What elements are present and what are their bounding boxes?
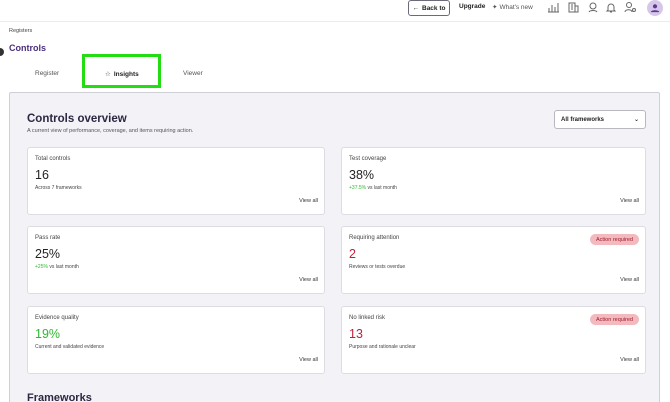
card-value: 25% [35, 247, 61, 261]
overview-title: Controls overview [27, 113, 127, 125]
sparkle-icon: ✦ [492, 4, 498, 11]
overview-subtitle: A current view of performance, coverage,… [27, 128, 194, 134]
status-badge: Action required [590, 314, 639, 325]
breadcrumb[interactable]: Registers [9, 28, 32, 34]
card-pass-rate: Pass rate 25% +25% vs last month View al… [27, 226, 325, 294]
delta-caption: vs last month [49, 264, 79, 270]
card-test-coverage: Test coverage 38% +37.5% vs last month V… [341, 147, 646, 215]
chart-icon[interactable] [547, 1, 559, 13]
framework-select[interactable]: All frameworks ⌄ [554, 110, 646, 129]
delta-caption: vs last month [367, 185, 397, 191]
card-value: 16 [35, 168, 49, 182]
card-label: Total controls [35, 156, 71, 162]
view-all-link[interactable]: View all [620, 277, 639, 283]
frameworks-heading: Frameworks [27, 392, 92, 402]
card-subtext: Across 7 frameworks [35, 185, 82, 191]
card-value: 13 [349, 327, 363, 341]
card-subtext: Current and validated evidence [35, 344, 105, 350]
view-all-link[interactable]: View all [299, 357, 318, 363]
view-all-link[interactable]: View all [620, 198, 639, 204]
card-subtext: +25% vs last month [35, 264, 79, 270]
back-button[interactable]: ← Back to [408, 0, 450, 16]
insights-tab-highlight [82, 54, 161, 88]
card-label: Pass rate [35, 235, 61, 241]
tab-register[interactable]: Register [35, 70, 59, 77]
card-total-controls: Total controls 16 Across 7 frameworks Vi… [27, 147, 325, 215]
card-label: Requiring attention [349, 235, 400, 241]
card-requiring-attention: Requiring attention Action required 2 Re… [341, 226, 646, 294]
user-icon [650, 4, 660, 13]
card-evidence-quality: Evidence quality 19% Current and validat… [27, 306, 325, 374]
card-value: 38% [349, 168, 375, 182]
delta-value: +25% [35, 264, 48, 270]
card-subtext: +37.5% vs last month [349, 185, 397, 191]
framework-select-value: All frameworks [561, 116, 605, 123]
support-agent-icon[interactable] [587, 1, 599, 13]
bell-icon[interactable] [605, 1, 617, 13]
view-all-link[interactable]: View all [299, 277, 318, 283]
card-label: Test coverage [349, 156, 387, 162]
card-subtext: Reviews or tests overdue [349, 264, 406, 270]
whats-new-label: What's new [499, 3, 533, 11]
top-bar: ← Back to Upgrade ✦ What's new [0, 0, 670, 22]
page-title: Controls [9, 43, 46, 53]
back-button-label: Back to [422, 4, 446, 12]
view-all-link[interactable]: View all [299, 198, 318, 204]
chevron-down-icon: ⌄ [633, 117, 639, 123]
card-subtext: Purpose and rationale unclear [349, 344, 416, 350]
delta-value: +37.5% [349, 185, 367, 191]
sidebar-handle[interactable] [0, 48, 4, 56]
status-badge: Action required [590, 234, 639, 245]
card-label: No linked risk [349, 315, 386, 321]
card-no-linked-risk: No linked risk Action required 13 Purpos… [341, 306, 646, 374]
whats-new-link[interactable]: ✦ What's new [492, 3, 533, 12]
user-settings-icon[interactable] [624, 1, 636, 13]
tab-viewer[interactable]: Viewer [183, 70, 203, 77]
avatar[interactable] [647, 0, 663, 16]
card-label: Evidence quality [35, 315, 79, 321]
building-icon[interactable] [567, 1, 579, 13]
upgrade-link[interactable]: Upgrade [459, 3, 485, 10]
card-value: 19% [35, 327, 61, 341]
card-value: 2 [349, 247, 356, 261]
view-all-link[interactable]: View all [620, 357, 639, 363]
arrow-left-icon: ← [412, 4, 420, 12]
